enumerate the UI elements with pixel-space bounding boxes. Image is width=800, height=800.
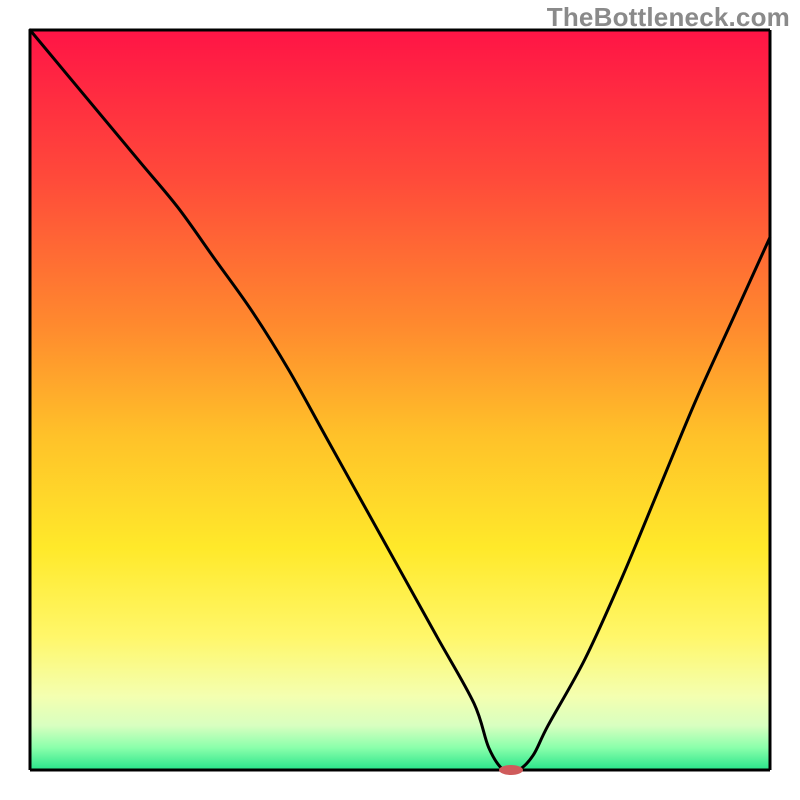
- chart-svg: [0, 0, 800, 800]
- sweet-spot-marker: [499, 765, 523, 775]
- gradient-background: [30, 30, 770, 770]
- bottleneck-chart: TheBottleneck.com: [0, 0, 800, 800]
- plot-area: [30, 30, 770, 775]
- watermark-text: TheBottleneck.com: [547, 2, 790, 33]
